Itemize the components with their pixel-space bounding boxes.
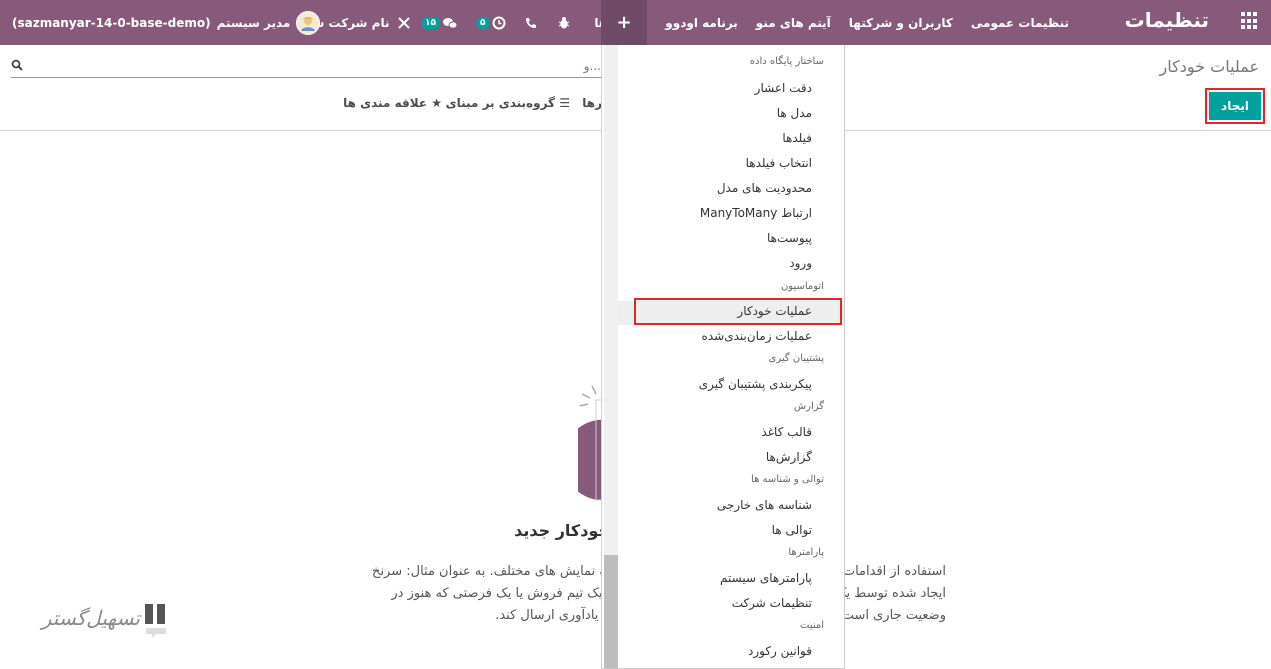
dropdown-section-header: ساختار پایگاه داده <box>749 56 824 67</box>
bars-icon: ☰ <box>559 96 570 110</box>
tools-icon <box>398 16 411 29</box>
logo-icon <box>145 604 166 638</box>
technical-dropdown-menu: ساختار پایگاه داده دقت اعشار مدل ها فیلدها ا… <box>601 45 845 669</box>
dropdown-item[interactable]: پیوست‌ها <box>767 231 812 245</box>
dropdown-item[interactable]: قوانین رکورد <box>748 644 812 658</box>
messages-count-badge: ۱۵ <box>421 16 440 29</box>
dropdown-item[interactable]: محدودیت های مدل <box>717 181 812 195</box>
dropdown-section-header: توالی و شناسه ها <box>751 474 824 485</box>
database-name: (sazmanyar-14-0-base-demo) <box>12 15 211 30</box>
technical-menu-button[interactable]: + <box>601 0 647 45</box>
watermark-logo: تسهیل‌گستر <box>22 600 172 648</box>
user-menu[interactable]: (sazmanyar-14-0-base-demo) مدیر سیستم <box>12 0 321 45</box>
dropdown-item[interactable]: ورود <box>789 256 812 270</box>
user-name: مدیر سیستم <box>216 15 291 30</box>
dropdown-item[interactable]: تنظیمات شرکت <box>732 596 812 610</box>
dropdown-item[interactable]: شناسه های خارجی <box>717 498 812 512</box>
plus-icon: + <box>616 12 632 33</box>
logo-text: تسهیل‌گستر <box>41 606 140 630</box>
dropdown-item[interactable]: مدل ها <box>777 106 812 120</box>
selected-item-highlight <box>634 298 842 325</box>
top-navbar: تنظیمات تنظیمات عمومی کاربران و شرکتها آ… <box>0 0 1271 45</box>
search-bar <box>11 56 601 78</box>
group-by-label: گروه‌بندی بر مبنای <box>445 96 556 110</box>
dropdown-item[interactable]: عملیات زمان‌بندی‌شده <box>702 329 812 343</box>
phone-icon[interactable] <box>525 0 537 45</box>
dropdown-item[interactable]: گزارش‌ها <box>766 450 812 464</box>
filters-label: رها <box>582 96 602 110</box>
bug-icon[interactable] <box>557 0 571 45</box>
help-title: خودکار جدید <box>514 521 610 540</box>
messages-button[interactable]: ۱۵ <box>421 0 458 45</box>
dropdown-section-header: امنیت <box>800 620 824 631</box>
systray: ۵ ۱۵ نام شرکت شما (sazmanyar-14-0-base-d… <box>0 0 595 45</box>
dropdown-section-header: گزارش <box>793 401 824 412</box>
create-button-highlight: ایجاد <box>1205 88 1265 124</box>
search-input[interactable] <box>31 56 601 76</box>
dropdown-item[interactable]: انتخاب فیلدها <box>746 156 812 170</box>
apps-grid-icon[interactable] <box>1239 12 1257 30</box>
dropdown-item[interactable]: فیلدها <box>782 131 812 145</box>
favorites-label: علاقه مندی ها <box>343 96 428 110</box>
main-menu: تنظیمات عمومی کاربران و شرکتها آیتم های … <box>585 0 1078 45</box>
breadcrumb: عملیات خودکار <box>1159 57 1259 76</box>
activities-button[interactable]: ۵ <box>476 0 506 45</box>
clock-icon <box>492 16 505 29</box>
dropdown-section-header: اتوماسیون <box>780 281 824 292</box>
dropdown-scrollbar-thumb[interactable] <box>604 555 618 668</box>
filters-toggle[interactable]: رها <box>582 96 602 110</box>
dropdown-item[interactable]: توالی ها <box>772 523 812 537</box>
create-button[interactable]: ایجاد <box>1209 92 1261 120</box>
dropdown-item[interactable]: پارامترهای سیستم <box>720 571 812 585</box>
dropdown-item[interactable]: ارتباط ManyToMany <box>700 206 812 220</box>
menu-users-companies[interactable]: کاربران و شرکتها <box>840 16 962 30</box>
chat-icon <box>443 17 458 29</box>
dropdown-section-header: پارامترها <box>788 547 824 558</box>
dropdown-item[interactable]: دقت اعشار <box>755 81 812 95</box>
favorites-toggle[interactable]: ★ علاقه مندی ها <box>343 96 442 110</box>
menu-odoo-apps[interactable]: برنامه اودوو <box>656 16 747 30</box>
avatar <box>296 10 321 35</box>
menu-general-settings[interactable]: تنظیمات عمومی <box>962 16 1078 30</box>
dropdown-item[interactable]: قالب کاغذ <box>761 425 812 439</box>
menu-menu-items[interactable]: آیتم های منو <box>747 16 840 30</box>
app-brand-title: تنظیمات <box>1124 8 1209 32</box>
group-by-toggle[interactable]: ☰ گروه‌بندی بر مبنای <box>446 96 570 110</box>
dropdown-item[interactable]: پیکربندی پشتیبان گیری <box>699 377 812 391</box>
star-icon: ★ <box>431 96 442 110</box>
search-icon[interactable] <box>11 59 23 74</box>
dropdown-section-header: پشتیبان گیری <box>768 353 824 364</box>
search-options: رها ☰ گروه‌بندی بر مبنای ★ علاقه مندی ها <box>343 96 602 114</box>
activities-count-badge: ۵ <box>476 16 490 29</box>
